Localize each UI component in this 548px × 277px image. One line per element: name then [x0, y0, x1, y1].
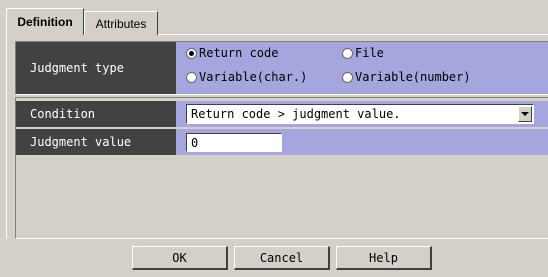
judgment-type-label: Judgment type: [16, 42, 176, 94]
condition-select[interactable]: Return code > judgment value.: [186, 104, 534, 124]
judgment-type-label-text: Judgment type: [30, 61, 124, 75]
chevron-down-icon: [521, 112, 529, 116]
radio-file-label: File: [355, 46, 384, 60]
radio-variable-char-label: Variable(char.): [199, 70, 308, 84]
radio-file[interactable]: File: [342, 46, 384, 60]
definition-panel: Judgment type Return code File Variable(…: [6, 34, 548, 239]
condition-label-text: Condition: [30, 107, 96, 121]
tab-definition[interactable]: Definition: [6, 8, 84, 35]
radio-unselected-icon: [342, 71, 353, 83]
condition-group: Condition Return code > judgment value. …: [15, 97, 548, 239]
cancel-button[interactable]: Cancel: [234, 246, 330, 270]
radio-variable-number-label: Variable(number): [355, 70, 471, 84]
judgment-value-label: Judgment value: [16, 129, 176, 155]
judgment-type-options: Return code File Variable(char.) Variabl…: [176, 42, 548, 94]
radio-unselected-icon: [342, 47, 353, 59]
judgment-type-group: Judgment type Return code File Variable(…: [15, 41, 548, 95]
radio-return-code[interactable]: Return code: [186, 46, 278, 60]
condition-label: Condition: [16, 101, 176, 127]
judgment-value-label-text: Judgment value: [30, 135, 132, 149]
condition-value-cell: Return code > judgment value.: [176, 101, 548, 127]
radio-variable-number[interactable]: Variable(number): [342, 70, 471, 84]
condition-dropdown-button[interactable]: [518, 106, 532, 122]
judgment-value-input[interactable]: 0: [186, 133, 282, 152]
condition-select-value: Return code > judgment value.: [191, 107, 401, 121]
radio-unselected-icon: [186, 71, 197, 83]
judgment-value-input-text: 0: [191, 135, 199, 150]
radio-selected-icon: [186, 47, 197, 59]
help-button[interactable]: Help: [336, 246, 432, 270]
judgment-value-cell: 0: [176, 129, 548, 155]
ok-button[interactable]: OK: [132, 246, 228, 270]
radio-return-code-label: Return code: [199, 46, 279, 60]
radio-variable-char[interactable]: Variable(char.): [186, 70, 307, 84]
tab-attributes[interactable]: Attributes: [84, 11, 158, 35]
